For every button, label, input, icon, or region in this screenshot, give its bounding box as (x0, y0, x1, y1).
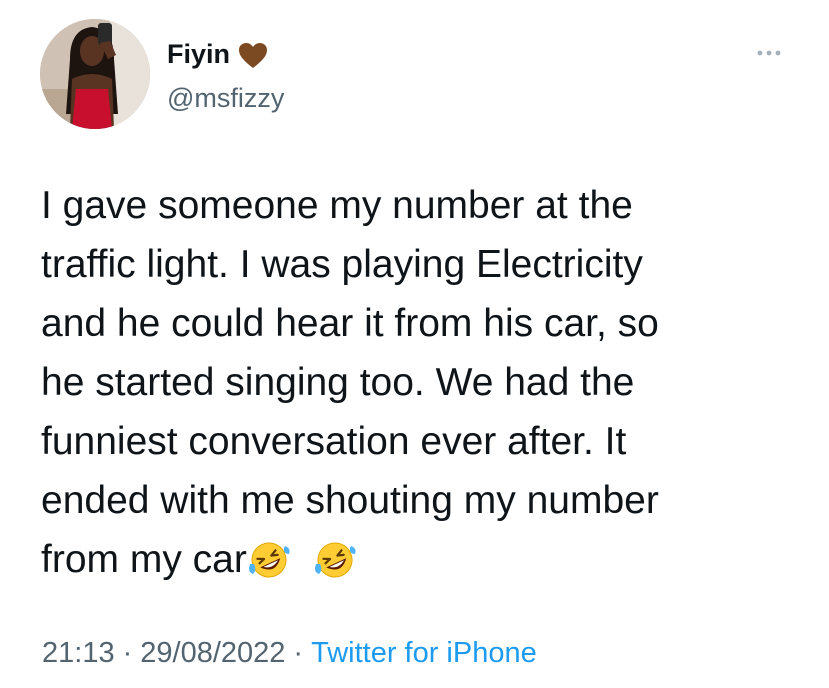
more-icon (757, 50, 781, 56)
tweet-line: I gave someone my number at the (41, 184, 633, 227)
tweet-line: and he could hear it from his car, so (41, 302, 659, 345)
tweet-line-text: from my car (41, 538, 247, 581)
rolling-on-floor-laughing-icon (247, 538, 291, 597)
tweet-line-last: from my car (41, 530, 801, 597)
avatar[interactable] (40, 19, 150, 129)
tweet-card: Fiyin @msfizzy I gave someone my number … (0, 0, 829, 688)
rolling-on-floor-laughing-icon (313, 538, 357, 597)
separator-dot: · (293, 637, 304, 669)
brown-heart-icon (238, 42, 268, 76)
tweet-line: traffic light. I was playing Electricity (41, 243, 643, 286)
more-options-button[interactable] (750, 43, 790, 63)
tweet-date[interactable]: 29/08/2022 (140, 637, 285, 669)
tweet-line: ended with me shouting my number (41, 479, 659, 522)
tweet-line: funniest conversation ever after. It (41, 420, 627, 463)
separator-dot: · (122, 637, 133, 669)
tweet-time[interactable]: 21:13 (42, 637, 115, 669)
tweet-metadata: 21:13 · 29/08/2022 · Twitter for iPhone (42, 635, 537, 671)
display-name[interactable]: Fiyin (167, 38, 268, 76)
user-handle[interactable]: @msfizzy (167, 82, 284, 114)
tweet-source-link[interactable]: Twitter for iPhone (311, 637, 537, 669)
tweet-text: I gave someone my number at the traffic … (41, 176, 801, 597)
display-name-text: Fiyin (167, 39, 231, 69)
tweet-line: he started singing too. We had the (41, 361, 635, 404)
